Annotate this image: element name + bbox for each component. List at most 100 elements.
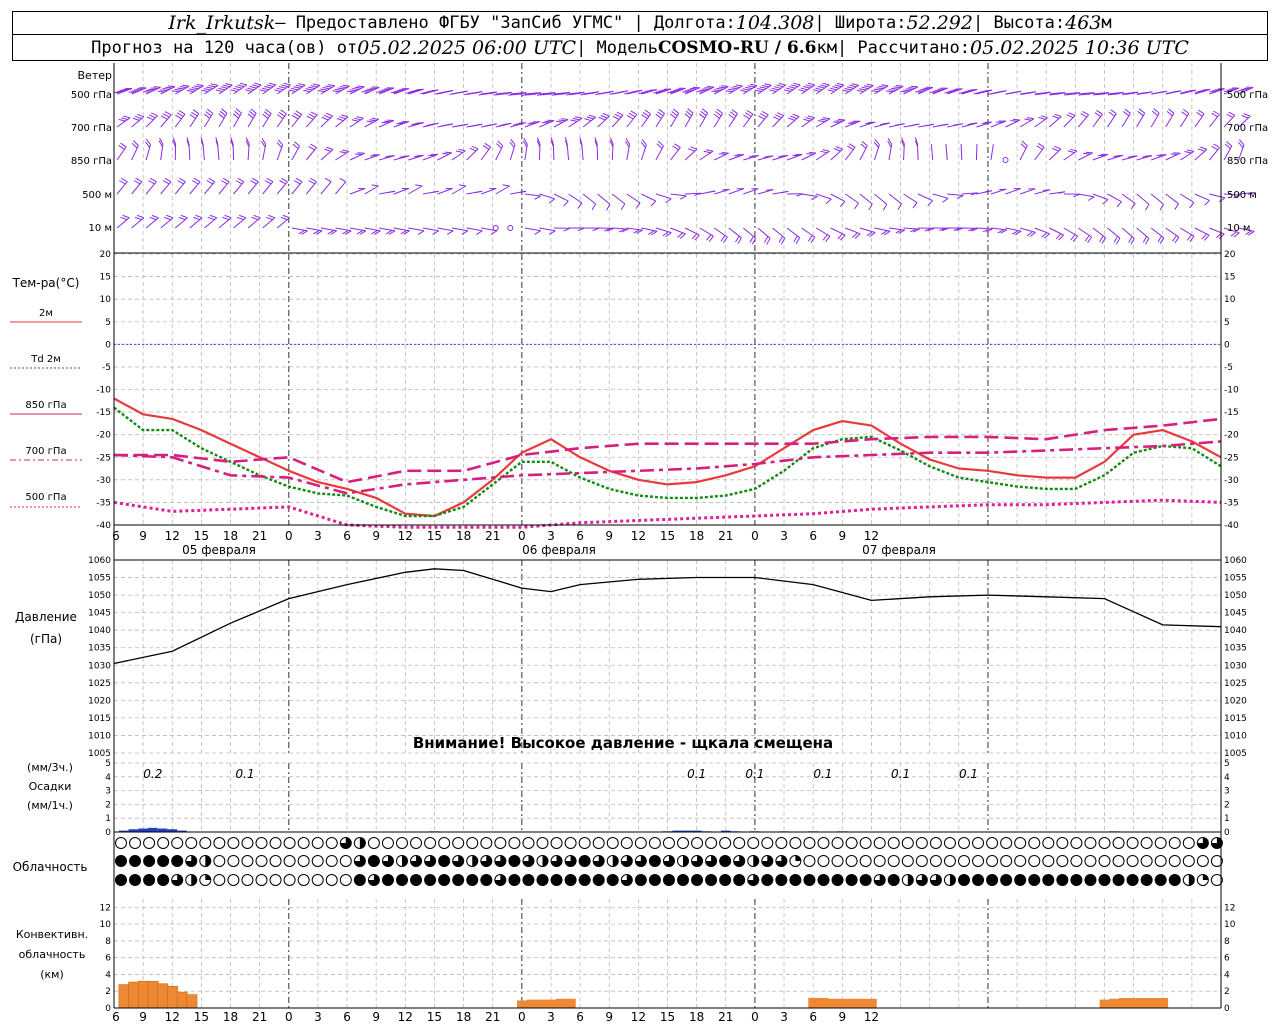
wind-barb-feather — [807, 82, 815, 86]
wind-barb-feather — [805, 117, 813, 120]
cloud-fill — [359, 837, 366, 849]
cloud-symbol — [297, 855, 310, 867]
hour-tick-label-bottom: 21 — [718, 1010, 733, 1024]
cloud-symbol — [283, 837, 296, 849]
pressure-unit: (гПа) — [30, 632, 62, 646]
wind-barb-feather — [137, 214, 144, 219]
conv-bar — [176, 991, 188, 1009]
wind-barb-feather — [458, 148, 466, 152]
wind-barb-feather — [836, 82, 845, 86]
wind-barb — [830, 148, 843, 161]
wind-barb-feather — [446, 230, 454, 235]
legend-850-label: 850 гПа — [25, 400, 66, 411]
temp-tick-label-right: 5 — [1224, 318, 1230, 328]
wind-barb-feather — [725, 90, 733, 93]
wind-barb-feather — [761, 110, 769, 116]
cloud-symbol — [972, 855, 985, 867]
wind-barb-feather — [832, 121, 840, 123]
wind-barb — [1107, 193, 1122, 203]
wind-title: Ветер — [78, 69, 112, 82]
cloud-symbol — [705, 837, 718, 849]
wind-barb-feather — [388, 190, 395, 193]
wind-barb-feather — [1198, 109, 1205, 115]
cloud-symbol — [1196, 855, 1209, 867]
wind-barb-feather — [606, 204, 611, 211]
pressure-tick-label-right: 1050 — [1224, 591, 1247, 601]
cloud-symbol — [410, 837, 423, 849]
conv-bar — [118, 984, 130, 1009]
wind-barb — [670, 227, 686, 235]
wind-barb — [1092, 227, 1106, 239]
cloud-symbol — [662, 837, 675, 849]
wind-barb-feather — [602, 113, 610, 117]
cloud-fill — [753, 855, 759, 867]
wind-barb-feather — [701, 88, 709, 91]
wind-barb — [1019, 118, 1035, 128]
cloud-fill — [143, 855, 155, 867]
wind-barb-feather — [337, 87, 345, 90]
wind-barb-feather — [900, 90, 908, 93]
wind-barb-feather — [894, 123, 902, 126]
temp-tick-label: 10 — [100, 295, 112, 305]
wind-barb — [320, 227, 337, 232]
cloud-fill — [129, 855, 141, 867]
wind-barb-feather — [235, 86, 243, 89]
wind-barb — [408, 227, 425, 232]
cloud-symbol — [986, 837, 999, 849]
wind-barb — [612, 227, 629, 230]
wind-barb — [1048, 148, 1062, 161]
wind-calm — [507, 225, 514, 231]
wind-barb-feather — [207, 216, 215, 221]
cloud-symbol — [1098, 855, 1111, 867]
pressure-tick-label-right: 1020 — [1224, 696, 1247, 706]
wind-barb-feather — [1226, 113, 1234, 118]
precip-value-label: 0.1 — [236, 767, 255, 781]
wind-barb-feather — [1228, 111, 1236, 116]
wind-barb-feather — [910, 85, 918, 88]
wind-barb-feather — [352, 88, 360, 90]
wind-barb — [655, 193, 672, 200]
wind-barb-feather — [431, 190, 439, 193]
cloud-symbol — [1000, 837, 1013, 849]
wind-barb-feather — [1083, 152, 1091, 155]
conv-bar — [866, 998, 877, 1008]
precip-value-label: 0.2 — [143, 767, 162, 781]
wind-barb-feather — [871, 90, 879, 93]
conv-bar — [516, 1000, 528, 1008]
cloud-fill — [402, 855, 408, 867]
wind-barb-feather — [713, 89, 721, 92]
wind-barb-feather — [759, 86, 767, 89]
cloud-symbol — [311, 874, 324, 886]
cloud-symbol — [339, 855, 352, 867]
wind-barb — [1136, 193, 1150, 205]
wind-barb — [480, 146, 492, 161]
cloud-symbol — [1028, 837, 1041, 849]
wind-barb-feather — [177, 87, 185, 90]
pressure-tick-label: 1025 — [88, 679, 111, 689]
wind-level-850hpa-right: 850 гПа — [1227, 156, 1268, 167]
cloud-symbol — [1070, 837, 1083, 849]
hour-tick-label-bottom: 12 — [631, 1010, 646, 1024]
conv-bar — [138, 980, 149, 1009]
wind-barb-feather — [162, 113, 170, 118]
cloud-fill — [129, 874, 141, 886]
conv-bar — [818, 997, 829, 1008]
wind-barb-feather — [790, 115, 798, 119]
wind-barb-feather — [1084, 235, 1090, 242]
wind-barb-feather — [777, 112, 784, 117]
temp-tick-label: -25 — [96, 453, 111, 463]
wind-barb — [1121, 193, 1136, 204]
wind-barb-feather — [1183, 108, 1190, 114]
cloud-fill — [410, 874, 422, 886]
cloud-symbol — [578, 837, 591, 849]
wind-barb-feather — [195, 214, 203, 219]
wind-barb-feather — [644, 109, 651, 115]
wind-barb-feather — [844, 87, 852, 91]
wind-barb-feather — [703, 150, 711, 154]
wind-barb-feather — [208, 177, 215, 183]
wind-barb-feather — [298, 83, 306, 86]
cloud-fill — [396, 874, 408, 886]
hour-tick-label-bottom: 6 — [343, 1010, 351, 1024]
wind-barb-feather — [699, 89, 707, 92]
cloud-fill — [593, 874, 605, 886]
